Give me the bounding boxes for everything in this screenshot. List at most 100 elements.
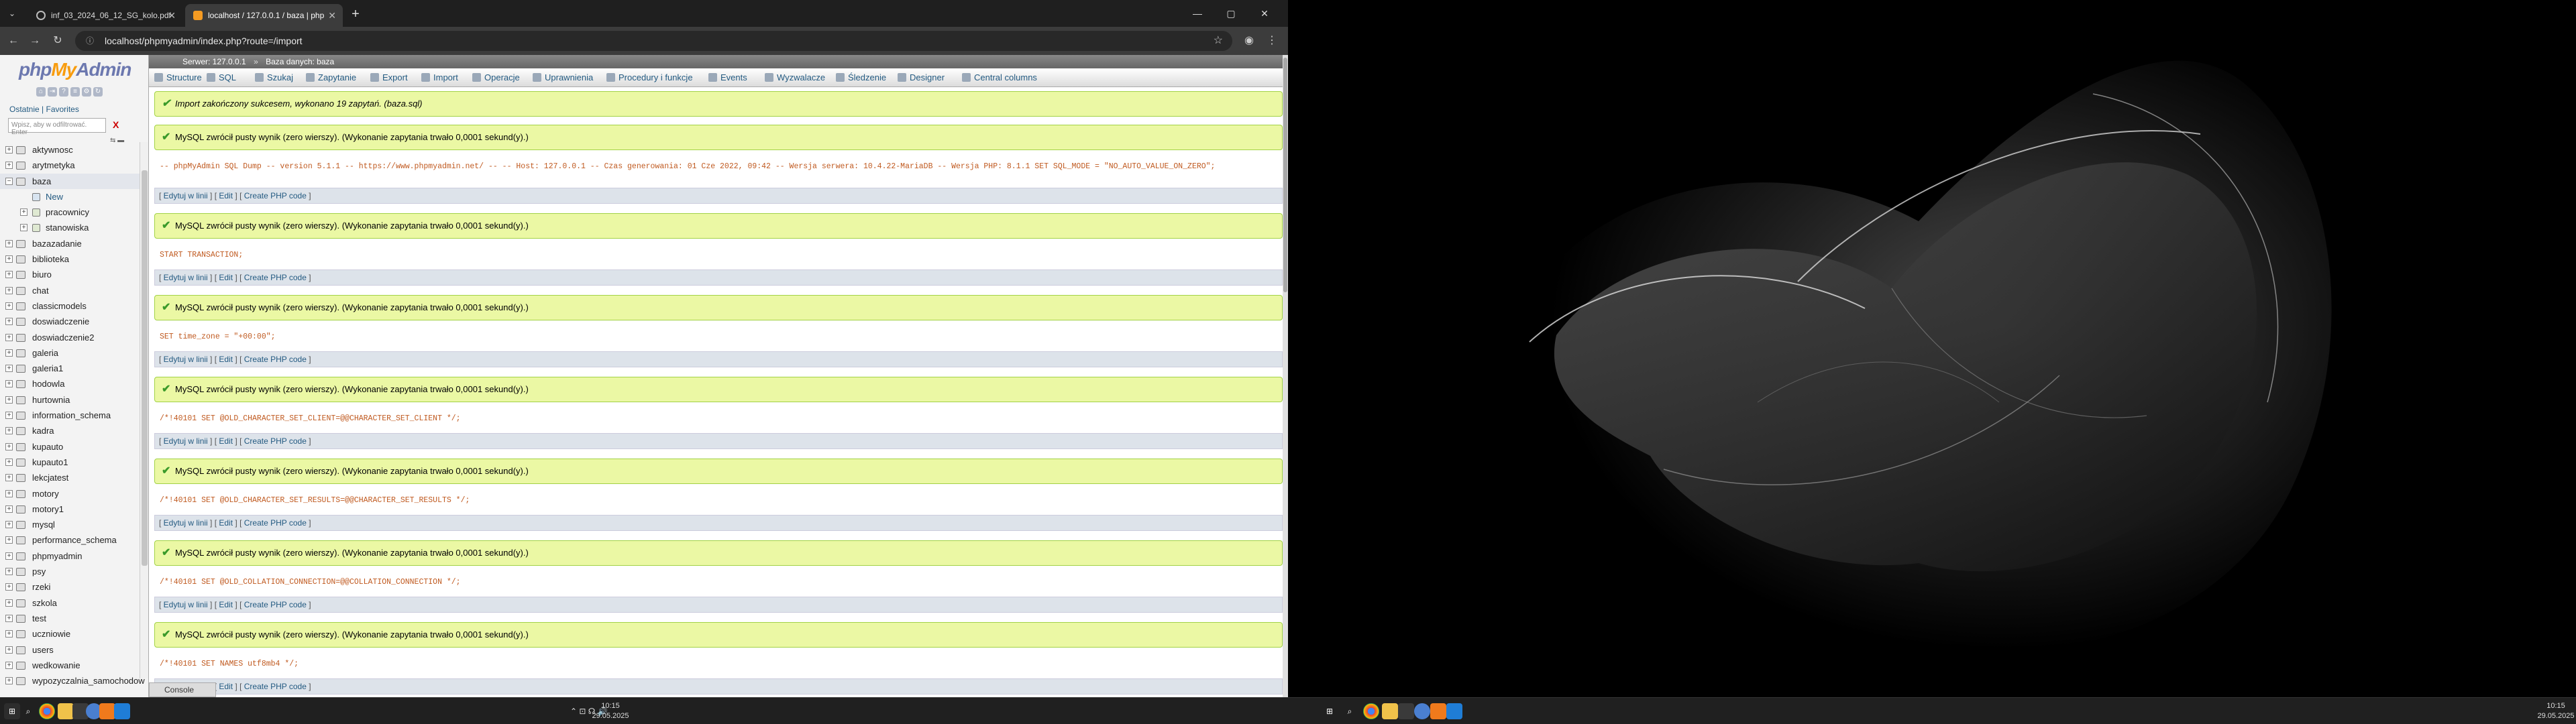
minimize-button[interactable]: —: [1187, 5, 1208, 21]
tree-database-item[interactable]: + information_schema: [0, 408, 140, 423]
chrome-icon[interactable]: [1363, 703, 1379, 719]
expand-icon[interactable]: +: [5, 677, 13, 685]
menu-import[interactable]: Import: [420, 68, 458, 87]
tree-item-label[interactable]: mysql: [32, 520, 55, 530]
windows-start-icon[interactable]: ⊞: [1322, 703, 1338, 719]
edit-link[interactable]: Edit: [219, 436, 233, 446]
xampp-icon[interactable]: [99, 703, 115, 719]
expand-icon[interactable]: +: [5, 162, 13, 170]
edit-inline-link[interactable]: Edytuj w linii: [164, 436, 208, 446]
tree-database-item[interactable]: + galeria1: [0, 361, 140, 376]
tree-item-label[interactable]: rzeki: [32, 582, 50, 592]
tree-database-item[interactable]: + psy: [0, 564, 140, 579]
edit-inline-link[interactable]: Edytuj w linii: [164, 600, 208, 609]
tree-database-item[interactable]: + chat: [0, 283, 140, 298]
edit-inline-link[interactable]: Edytuj w linii: [164, 273, 208, 282]
vscode-icon[interactable]: [1446, 703, 1462, 719]
filter-clear-button[interactable]: X: [113, 119, 119, 130]
browser-menu-icon[interactable]: ⋮: [1264, 33, 1280, 49]
search-icon[interactable]: ⌕: [1342, 703, 1358, 719]
menu-operacje[interactable]: Operacje: [471, 68, 520, 87]
sql-docs-icon[interactable]: ≡: [70, 87, 80, 97]
tree-database-item[interactable]: + aktywnosc: [0, 142, 140, 158]
close-icon[interactable]: ✕: [328, 4, 336, 27]
tree-item-label[interactable]: hurtownia: [32, 395, 70, 405]
main-scrollbar[interactable]: [1283, 55, 1288, 697]
tree-database-item[interactable]: + bazazadanie: [0, 236, 140, 251]
create-php-code-link[interactable]: Create PHP code: [244, 273, 307, 282]
tree-item-label[interactable]: users: [32, 645, 54, 655]
tree-item-label[interactable]: bazazadanie: [32, 239, 82, 249]
chrome-icon[interactable]: [39, 703, 55, 719]
tree-item-label[interactable]: pracownicy: [46, 207, 89, 217]
windows-start-icon[interactable]: ⊞: [4, 703, 20, 719]
tree-database-item[interactable]: + users: [0, 642, 140, 658]
tree-database-item[interactable]: + classicmodels: [0, 298, 140, 314]
expand-icon[interactable]: +: [5, 286, 13, 294]
tree-item-label[interactable]: uczniowie: [32, 629, 70, 639]
tree-database-item[interactable]: + biuro: [0, 267, 140, 282]
terminal-icon[interactable]: [1398, 703, 1414, 719]
file-explorer-icon[interactable]: [1382, 703, 1398, 719]
tree-database-item[interactable]: + galeria: [0, 345, 140, 361]
maximize-button[interactable]: ▢: [1221, 5, 1241, 21]
menu-uprawnienia[interactable]: Uprawnienia: [531, 68, 593, 87]
main-scroll-thumb[interactable]: [1283, 58, 1287, 292]
tree-item-label[interactable]: lekcjatest: [32, 473, 68, 483]
docs-icon[interactable]: ?: [59, 87, 68, 97]
home-icon[interactable]: ⌂: [36, 87, 46, 97]
create-php-code-link[interactable]: Create PHP code: [244, 600, 307, 609]
tree-database-item[interactable]: − baza: [0, 173, 140, 189]
expand-icon[interactable]: +: [5, 239, 13, 247]
expand-icon[interactable]: +: [5, 552, 13, 560]
edit-inline-link[interactable]: Edytuj w linii: [164, 191, 208, 200]
close-window-button[interactable]: ✕: [1254, 5, 1275, 21]
clock-right[interactable]: 10:15 29.05.2025: [2536, 701, 2576, 721]
reload-button[interactable]: ↻: [50, 33, 66, 49]
expand-icon[interactable]: +: [5, 427, 13, 435]
tree-item-label[interactable]: information_schema: [32, 410, 111, 420]
edit-link[interactable]: Edit: [219, 273, 233, 282]
edit-link[interactable]: Edit: [219, 191, 233, 200]
tree-database-item[interactable]: + hodowla: [0, 376, 140, 391]
expand-icon[interactable]: +: [5, 365, 13, 373]
tree-database-item[interactable]: + kadra: [0, 423, 140, 438]
tab-search-button[interactable]: ⌄: [5, 7, 19, 20]
menu--ledzenie[interactable]: Śledzenie: [835, 68, 886, 87]
tree-item-label[interactable]: performance_schema: [32, 535, 117, 545]
tree-item-label[interactable]: wypozyczalnia_samochodow: [32, 676, 145, 686]
tree-database-item[interactable]: + motory1: [0, 501, 140, 517]
tree-database-item[interactable]: + kupauto: [0, 439, 140, 455]
tree-database-item[interactable]: + uczniowie: [0, 626, 140, 642]
edit-link[interactable]: Edit: [219, 682, 233, 691]
menu-zapytanie[interactable]: Zapytanie: [305, 68, 356, 87]
app-icon[interactable]: [1414, 703, 1430, 719]
search-icon[interactable]: ⌕: [20, 703, 36, 719]
tree-item-label[interactable]: biuro: [32, 269, 52, 280]
tree-item-label[interactable]: chat: [32, 286, 49, 296]
tree-item-label[interactable]: test: [32, 613, 46, 623]
collapse-icon[interactable]: −: [5, 177, 13, 185]
expand-icon[interactable]: +: [5, 333, 13, 341]
tree-item-label[interactable]: kupauto: [32, 442, 63, 452]
expand-icon[interactable]: +: [5, 349, 13, 357]
expand-icon[interactable]: +: [5, 255, 13, 263]
menu-wyzwalacze[interactable]: Wyzwalacze: [763, 68, 825, 87]
expand-icon[interactable]: +: [5, 505, 13, 513]
settings-icon[interactable]: ⚙: [82, 87, 91, 97]
tree-item-label[interactable]: doswiadczenie2: [32, 333, 95, 343]
tab-phpmyadmin[interactable]: localhost / 127.0.0.1 / baza | php ✕: [185, 4, 343, 27]
tree-item-label[interactable]: aktywnosc: [32, 145, 73, 155]
expand-icon[interactable]: +: [20, 224, 28, 232]
expand-icon[interactable]: +: [5, 599, 13, 607]
tree-table-item[interactable]: + stanowiska: [0, 220, 140, 235]
tree-database-item[interactable]: + doswiadczenie2: [0, 330, 140, 345]
clock-left[interactable]: 10:15 29.05.2025: [590, 701, 631, 721]
file-explorer-icon[interactable]: [58, 703, 74, 719]
menu-szukaj[interactable]: Szukaj: [254, 68, 293, 87]
tree-database-item[interactable]: + rzeki: [0, 579, 140, 595]
tree-item-label[interactable]: kupauto1: [32, 457, 68, 467]
tree-item-label[interactable]: szkola: [32, 598, 57, 608]
create-php-code-link[interactable]: Create PHP code: [244, 191, 307, 200]
tree-database-item[interactable]: + lekcjatest: [0, 470, 140, 485]
